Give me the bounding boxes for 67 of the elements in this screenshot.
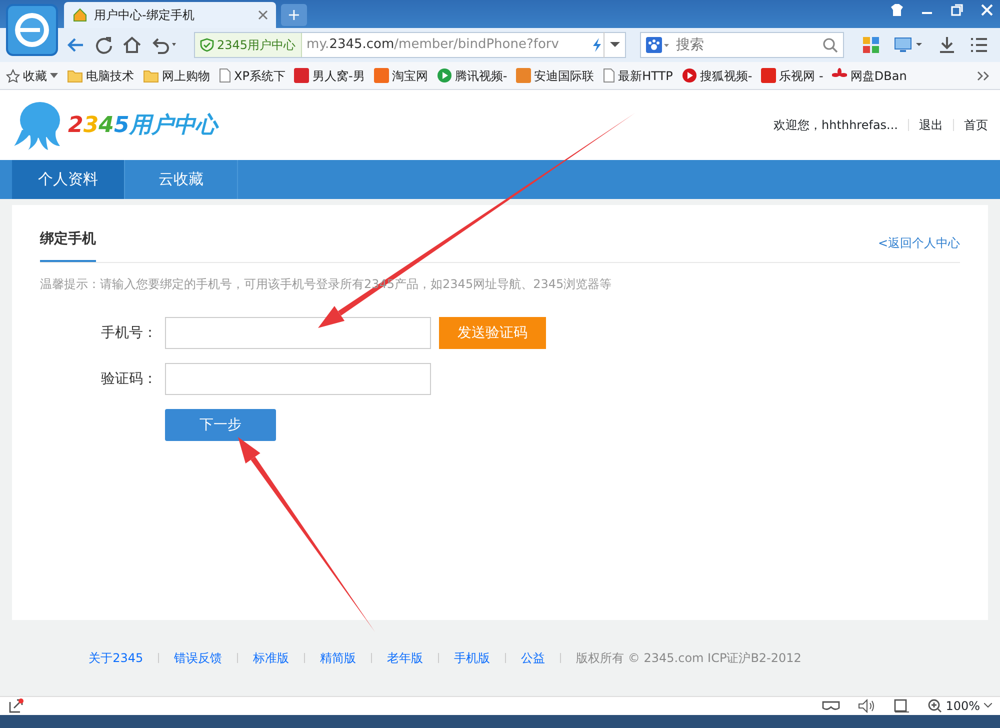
- bookmark[interactable]: 安迪国际联: [516, 66, 594, 84]
- bookmark[interactable]: 网盘DBan: [832, 66, 907, 84]
- shield-icon: [200, 38, 214, 52]
- header-link[interactable]: 首页: [964, 116, 988, 134]
- panel-title: 绑定手机: [40, 205, 96, 262]
- home-icon[interactable]: [122, 35, 142, 55]
- speaker-icon[interactable]: [858, 699, 876, 713]
- field-label: 验证码：: [100, 370, 157, 388]
- nav-tab[interactable]: 云收藏: [125, 160, 238, 199]
- search-icon[interactable]: [822, 37, 838, 53]
- caret-icon: [984, 703, 992, 709]
- footer-link[interactable]: 精简版: [320, 649, 356, 667]
- search-field[interactable]: 搜索: [640, 32, 844, 58]
- paw-icon[interactable]: [646, 37, 670, 53]
- bookmark[interactable]: 乐视网 -: [761, 66, 824, 84]
- logo-text: 2345用户中心: [68, 112, 218, 140]
- browser-logo-icon[interactable]: [6, 4, 58, 56]
- site-badge: 2345用户中心: [195, 33, 302, 57]
- zoom-icon: [928, 699, 942, 713]
- share-icon[interactable]: [8, 698, 24, 714]
- field-label: 手机号：: [100, 324, 157, 342]
- back-link[interactable]: <返回个人中心: [878, 234, 960, 262]
- folder-icon: [67, 68, 83, 82]
- footer-link[interactable]: 公益: [521, 649, 546, 667]
- footer-link[interactable]: 错误反馈: [174, 649, 222, 667]
- bookmark[interactable]: 搜狐视频-: [682, 66, 752, 84]
- apps-icon[interactable]: [862, 36, 880, 54]
- page-icon: [603, 68, 616, 83]
- refresh-icon[interactable]: [94, 35, 114, 55]
- bookmark[interactable]: 网上购物: [143, 66, 210, 84]
- favorites-menu[interactable]: 收藏: [6, 66, 58, 84]
- bookmark[interactable]: 男人窝-男: [294, 66, 365, 84]
- footer-link[interactable]: 标准版: [253, 649, 290, 667]
- bookmark[interactable]: 腾讯视频-: [436, 66, 508, 84]
- header-link[interactable]: 退出: [919, 116, 943, 134]
- mask-icon[interactable]: [822, 700, 840, 712]
- download-icon[interactable]: [938, 36, 956, 54]
- zoom-control[interactable]: 100%: [928, 697, 992, 715]
- copyright-text: 版权所有 © 2345.com ICP证沪B2-2012: [576, 650, 802, 667]
- bookmark[interactable]: 电脑技术: [67, 66, 134, 84]
- input-field[interactable]: [165, 317, 431, 349]
- folder-icon: [143, 68, 159, 82]
- footer-link[interactable]: 关于2345: [88, 649, 144, 667]
- lightning-icon[interactable]: [591, 37, 603, 53]
- menu-icon[interactable]: [970, 36, 988, 54]
- address-bar[interactable]: 2345用户中心 my.2345.com/member/bindPhone?forv: [194, 32, 626, 58]
- restore-icon[interactable]: [950, 3, 964, 17]
- footer-link[interactable]: 手机版: [454, 649, 490, 667]
- footer-link[interactable]: 老年版: [387, 649, 424, 667]
- next-button[interactable]: 下一步: [165, 409, 276, 441]
- browser-tab[interactable]: 用户中心-绑定手机: [64, 2, 276, 28]
- bookmark[interactable]: 淘宝网: [374, 66, 428, 84]
- window-icon[interactable]: [894, 699, 910, 713]
- close-icon[interactable]: [258, 10, 268, 20]
- nav-tab[interactable]: 个人资料: [12, 160, 125, 199]
- star-icon: [6, 68, 20, 82]
- page-icon: [219, 68, 231, 83]
- more-icon[interactable]: [976, 70, 990, 82]
- monitor-icon[interactable]: [894, 36, 924, 54]
- input-field[interactable]: [165, 363, 431, 395]
- welcome-text: 欢迎您，hhthhrefas...: [774, 117, 898, 134]
- bookmark[interactable]: 最新HTTP: [603, 66, 673, 84]
- house-icon: [72, 7, 88, 23]
- bookmark[interactable]: XP系统下: [219, 66, 286, 84]
- shirt-icon[interactable]: [890, 3, 904, 17]
- url-text: my.2345.com/member/bindPhone?forv: [306, 36, 560, 54]
- caret-icon: [50, 72, 58, 78]
